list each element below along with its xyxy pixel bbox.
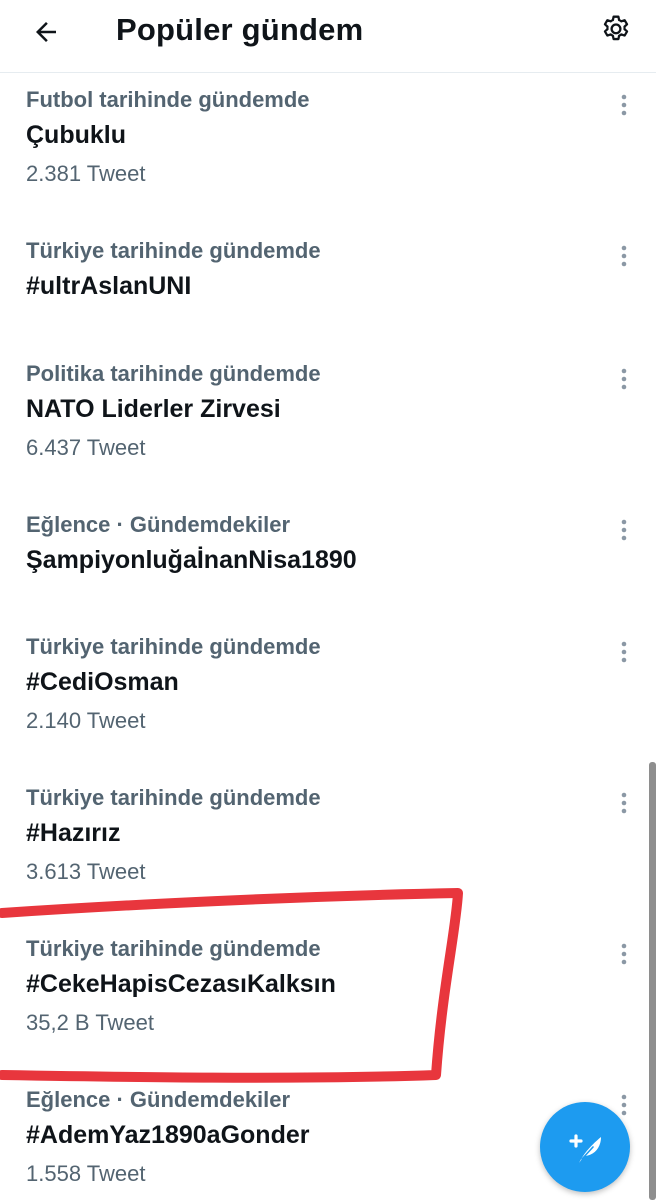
trend-context: Türkiye tarihinde gündemde xyxy=(26,634,321,659)
app-screen: Popüler gündem Futbol tarihinde gündemde… xyxy=(0,0,656,1200)
more-vertical-icon xyxy=(621,1094,627,1116)
trend-tweet-count: 3.613 Tweet xyxy=(26,859,146,884)
more-vertical-icon xyxy=(621,943,627,965)
trend-item[interactable]: Eğlence · Gündemdekiler Şampiyonluğaİnan… xyxy=(0,512,656,612)
trend-name: #CekeHapisCezasıKalksın xyxy=(26,970,336,998)
trend-context: Politika tarihinde gündemde xyxy=(26,361,321,386)
more-vertical-icon xyxy=(621,245,627,267)
more-vertical-icon xyxy=(621,94,627,116)
trend-context: Futbol tarihinde gündemde xyxy=(26,87,310,112)
trend-name: NATO Liderler Zirvesi xyxy=(26,395,281,423)
trend-context: Türkiye tarihinde gündemde xyxy=(26,936,321,961)
trend-more-button[interactable] xyxy=(608,636,640,668)
trend-item[interactable]: Futbol tarihinde gündemde Çubuklu 2.381 … xyxy=(0,87,656,217)
trend-item[interactable]: Türkiye tarihinde gündemde #Hazırız 3.61… xyxy=(0,785,656,915)
scrollbar-thumb[interactable] xyxy=(649,762,656,1200)
trend-item[interactable]: Türkiye tarihinde gündemde #CekeHapisCez… xyxy=(0,936,656,1066)
compose-tweet-icon xyxy=(569,1134,601,1163)
trend-tweet-count: 1.558 Tweet xyxy=(26,1161,146,1186)
trend-tweet-count: 2.140 Tweet xyxy=(26,708,146,733)
more-vertical-icon xyxy=(621,641,627,663)
trend-tweet-count: 6.437 Tweet xyxy=(26,435,146,460)
more-vertical-icon xyxy=(621,792,627,814)
trend-item[interactable]: Politika tarihinde gündemde NATO Liderle… xyxy=(0,361,656,491)
back-button[interactable] xyxy=(22,8,70,56)
settings-button[interactable] xyxy=(594,8,638,52)
more-vertical-icon xyxy=(621,368,627,390)
trend-context: Eğlence · Gündemdekiler xyxy=(26,1087,291,1112)
trend-tweet-count: 2.381 Tweet xyxy=(26,161,146,186)
trend-more-button[interactable] xyxy=(608,363,640,395)
trend-tweet-count: 35,2 B Tweet xyxy=(26,1010,155,1035)
page-title: Popüler gündem xyxy=(116,12,364,47)
trend-name: ŞampiyonluğaİnanNisa1890 xyxy=(26,546,357,574)
arrow-left-icon xyxy=(36,22,56,42)
trend-name: Çubuklu xyxy=(26,121,126,149)
more-vertical-icon xyxy=(621,519,627,541)
trend-item[interactable]: Türkiye tarihinde gündemde #ultrAslanUNI xyxy=(0,238,656,338)
trend-more-button[interactable] xyxy=(608,89,640,121)
trend-context: Eğlence · Gündemdekiler xyxy=(26,512,291,537)
trend-context: Türkiye tarihinde gündemde xyxy=(26,238,321,263)
top-app-bar: Popüler gündem xyxy=(0,0,656,73)
trend-more-button[interactable] xyxy=(608,787,640,819)
trend-name: #ultrAslanUNI xyxy=(26,272,192,300)
trend-context: Türkiye tarihinde gündemde xyxy=(26,785,321,810)
trend-item[interactable]: Türkiye tarihinde gündemde #CediOsman 2.… xyxy=(0,634,656,764)
trend-more-button[interactable] xyxy=(608,514,640,546)
trend-name: #AdemYaz1890aGonder xyxy=(26,1121,310,1149)
trend-more-button[interactable] xyxy=(608,240,640,272)
compose-tweet-button[interactable] xyxy=(540,1102,630,1192)
trend-more-button[interactable] xyxy=(608,938,640,970)
trend-name: #CediOsman xyxy=(26,668,179,696)
trend-name: #Hazırız xyxy=(26,819,121,847)
gear-icon xyxy=(603,15,629,41)
